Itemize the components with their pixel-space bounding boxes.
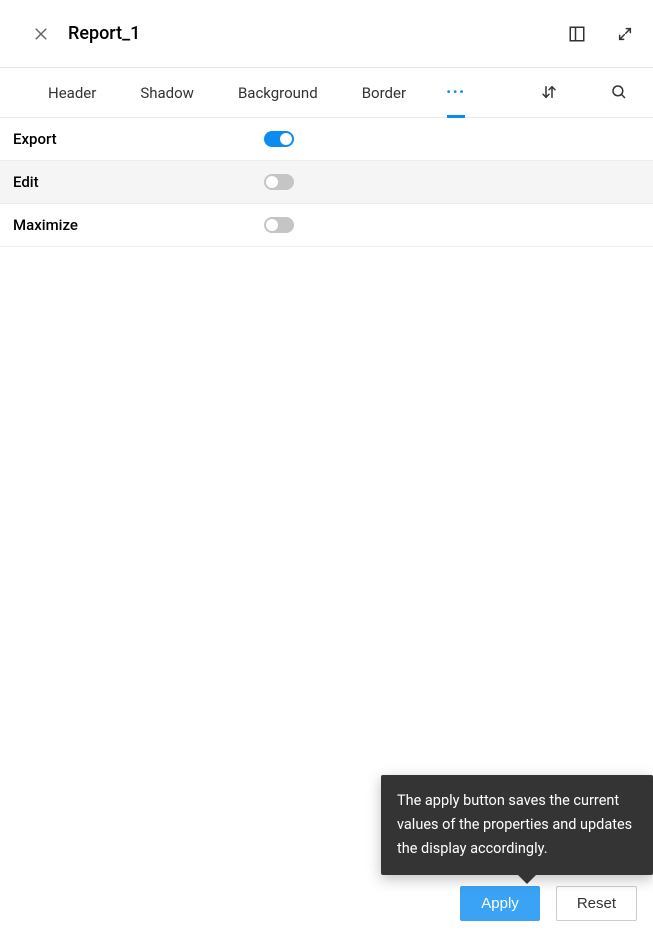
setting-label: Edit — [13, 173, 39, 191]
tab-shadow[interactable]: Shadow — [118, 68, 216, 117]
tab-border[interactable]: Border — [340, 68, 428, 117]
setting-label: Export — [13, 130, 57, 148]
toggle-edit[interactable] — [264, 174, 294, 190]
toggle-knob — [266, 219, 278, 231]
apply-tooltip: The apply button saves the current value… — [381, 775, 653, 875]
toggle-knob — [266, 176, 278, 188]
toggle-maximize[interactable] — [264, 217, 294, 233]
setting-row-export: Export — [0, 118, 653, 161]
title-bar: Report_1 — [0, 0, 653, 68]
toggle-wrap — [264, 131, 294, 147]
tab-header[interactable]: Header — [26, 68, 118, 117]
settings-list: Export Edit Maximize — [0, 118, 653, 247]
setting-row-maximize: Maximize — [0, 204, 653, 247]
toggle-export[interactable] — [264, 131, 294, 147]
page-title: Report_1 — [68, 23, 140, 44]
toggle-knob — [280, 133, 292, 145]
apply-button[interactable]: Apply — [460, 886, 540, 921]
sort-icon[interactable] — [540, 83, 560, 103]
setting-row-edit: Edit — [0, 161, 653, 204]
tabs-right — [540, 83, 640, 103]
toggle-wrap — [264, 174, 294, 190]
tab-more[interactable]: ··· — [428, 68, 483, 117]
title-bar-left: Report_1 — [32, 23, 140, 44]
close-icon[interactable] — [32, 25, 50, 43]
tab-background[interactable]: Background — [216, 68, 340, 117]
reset-button[interactable]: Reset — [556, 886, 637, 921]
setting-label: Maximize — [13, 216, 78, 234]
search-icon[interactable] — [610, 83, 630, 103]
panel-layout-icon[interactable] — [567, 24, 587, 44]
expand-icon[interactable] — [615, 24, 635, 44]
tooltip-text: The apply button saves the current value… — [397, 792, 632, 857]
tabs-bar: Header Shadow Background Border ··· — [0, 68, 653, 118]
title-bar-right — [567, 24, 635, 44]
toggle-wrap — [264, 217, 294, 233]
footer-buttons: Apply Reset — [444, 870, 653, 937]
